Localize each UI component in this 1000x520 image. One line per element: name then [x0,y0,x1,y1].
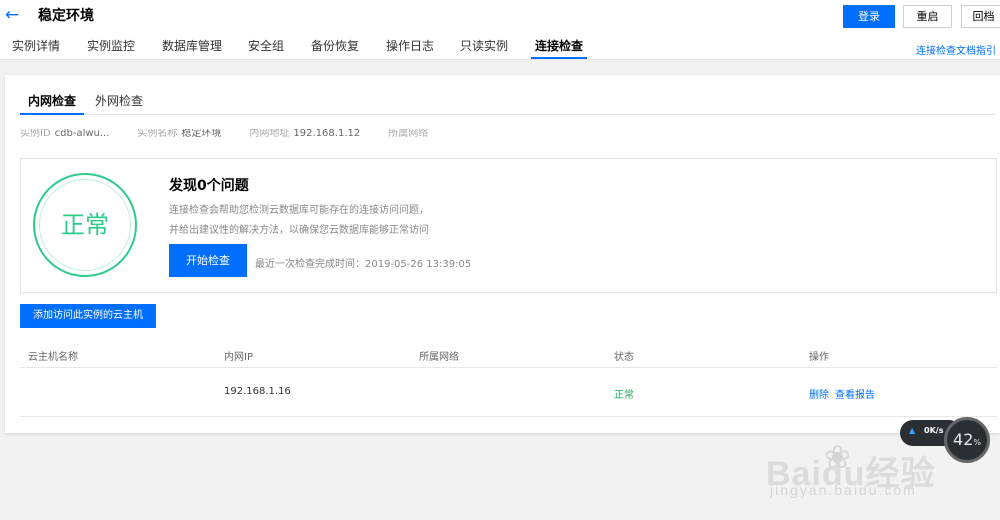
internal-ip-value: 192.168.1.12 [293,129,361,139]
status-normal-text: 正常 [39,179,131,271]
column-actions: 操作 [809,352,829,363]
column-network: 所属网络 [419,352,459,363]
instance-name-value: 稳定环境 [181,129,222,139]
instance-id-label: 实例ID [20,129,51,139]
page-title: 稳定环境 [38,8,94,24]
column-cvm-name: 云主机名称 [28,352,78,363]
column-internal-ip: 内网IP [224,352,253,363]
result-title: 发现0个问题 [169,178,249,194]
network-label: 所属网络 [388,129,429,139]
cell-internal-ip: 192.168.1.16 [224,386,291,397]
instance-id-value: cdb-alwu... [54,129,110,139]
watermark-sub: jingyan.baidu.com [770,482,917,498]
login-button[interactable]: 登录 [843,5,895,28]
tab-instance-monitor[interactable]: 实例监控 [87,38,135,55]
internal-ip-label: 内网地址 [249,129,290,139]
subtab-external-check[interactable]: 外网检查 [95,93,143,109]
table-header: 云主机名称 内网IP 所属网络 状态 操作 [20,340,997,368]
result-description-line1: 连接检查会帮助您检测云数据库可能存在的连接访问问题， [169,205,429,216]
start-check-button[interactable]: 开始检查 [169,244,247,277]
tab-instance-details[interactable]: 实例详情 [12,38,60,55]
result-description-line2: 并给出建议性的解决方法，以确保您云数据库能够正常访问 [169,225,429,236]
upload-arrow-icon: ▲ [909,426,916,435]
check-result-box: 正常 发现0个问题 连接检查会帮助您检测云数据库可能存在的连接访问问题， 并给出… [20,158,997,293]
check-subtabs: 内网检查 外网检查 [19,89,995,115]
tab-backup-restore[interactable]: 备份恢复 [311,38,359,55]
restart-button[interactable]: 重启 [903,5,952,28]
connection-check-doc-link[interactable]: 连接检查文档指引 [916,42,996,57]
rollback-button[interactable]: 回档 [961,5,1000,28]
instance-info-row: 实例ID cdb-alwu... 实例名称 稳定环境 内网地址 192.168.1.12 所… [20,129,540,141]
connection-check-panel: 内网检查 外网检查 实例ID cdb-alwu... 实例名称 稳定环境 内网地址 192… [5,75,1000,433]
arrow-left-icon[interactable]: ← [4,5,20,25]
last-check-time: 最近一次检查完成时间：2019-05-26 13:39:05 [255,259,472,270]
top-bar: ← 稳定环境 登录 重启 回档 实例详情 实例监控 数据库管理 安全组 备份恢复… [0,0,1000,60]
delete-link[interactable]: 删除 [809,386,829,401]
speed-rate: 0K/s [924,426,944,435]
tab-security-group[interactable]: 安全组 [248,38,284,55]
cell-status: 正常 [614,390,634,401]
tab-operation-log[interactable]: 操作日志 [386,38,434,55]
baidu-watermark: ❀ Baidu经验 jingyan.baidu.com [766,438,976,498]
column-status: 状态 [614,352,634,363]
instance-name-label: 实例名称 [137,129,178,139]
view-report-link[interactable]: 查看报告 [835,386,875,401]
add-cvm-button[interactable]: 添加访问此实例的云主机 [20,304,156,328]
table-row: 192.168.1.16 正常 删除 查看报告 [20,368,997,417]
tab-database-management[interactable]: 数据库管理 [162,38,222,55]
tab-readonly-instance[interactable]: 只读实例 [460,38,508,55]
tab-connection-check[interactable]: 连接检查 [530,38,588,59]
status-normal-circle: 正常 [33,173,137,277]
subtab-internal-check[interactable]: 内网检查 [19,93,85,115]
